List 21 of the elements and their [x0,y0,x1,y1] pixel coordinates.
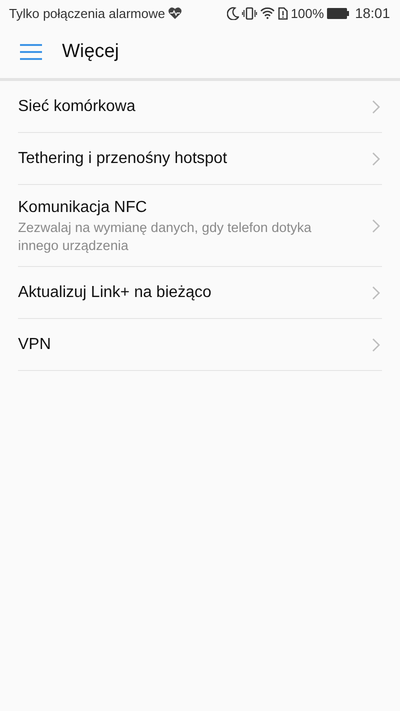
settings-item[interactable]: Sieć komórkowa [18,81,382,133]
page-title: Więcej [62,41,120,63]
chevron-icon [372,286,380,300]
clock-time: 18:01 [354,5,390,21]
chevron-icon [372,152,380,166]
battery-icon [326,8,349,18]
wifi-icon [260,7,275,19]
carrier-text: Tylko połączenia alarmowe [9,6,166,20]
chevron-icon [372,219,380,233]
settings-item[interactable]: Komunikacja NFC Zezwalaj na wymianę danych, gdy telefon dotyka innego urządzenia [18,185,382,267]
chevron-icon [372,338,380,352]
sim-alert-icon [278,6,288,20]
vibrate-icon [242,6,257,20]
chevron-icon [372,100,380,114]
settings-item[interactable]: VPN [18,319,382,371]
battery-percent: 100% [290,6,324,20]
heart-icon [168,7,182,19]
settings-item[interactable]: Aktualizuj Link+ na bieżąco [18,267,382,319]
moon-icon [226,6,239,20]
settings-item[interactable]: Tethering i przenośny hotspot [18,133,382,185]
menu-icon[interactable] [20,44,42,60]
